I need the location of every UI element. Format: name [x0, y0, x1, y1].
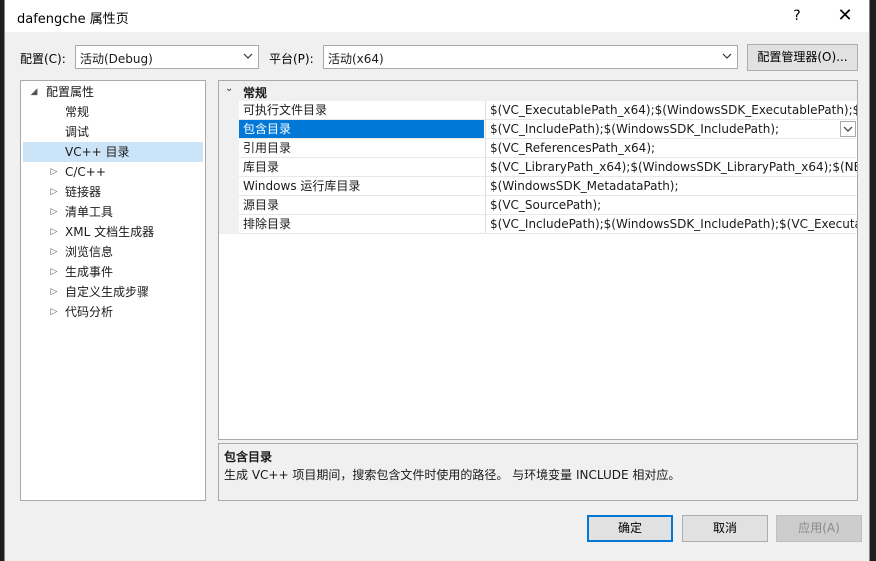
tree-item-manifest-tool[interactable]: ▷ 清单工具	[21, 202, 205, 222]
row-gutter	[219, 101, 239, 120]
tree-item-label: XML 文档生成器	[65, 225, 155, 239]
tree-item-label: 自定义生成步骤	[65, 285, 150, 299]
property-pages-dialog: dafengche 属性页 ? ✕ 配置(C): 活动(Debug) 平台(P)…	[4, 0, 870, 561]
property-value[interactable]: $(VC_LibraryPath_x64);$(WindowsSDK_Libra…	[485, 158, 857, 176]
expanded-triangle-icon[interactable]: ◢	[29, 82, 39, 102]
property-row-source-directories[interactable]: 源目录 $(VC_SourcePath);	[219, 196, 857, 215]
tree-item-c-cpp[interactable]: ▷ C/C++	[21, 162, 205, 182]
property-value[interactable]: $(VC_ReferencesPath_x64);	[485, 139, 857, 157]
category-row-general[interactable]: ⌄ 常规	[219, 81, 857, 101]
property-name[interactable]: 引用目录	[239, 139, 484, 157]
property-name[interactable]: 库目录	[239, 158, 484, 176]
tree-item-configuration-properties[interactable]: ◢ 配置属性	[21, 82, 205, 102]
collapsed-triangle-icon[interactable]: ▷	[49, 262, 59, 282]
tree-item-label: 配置属性	[46, 85, 95, 99]
ok-button[interactable]: 确定	[587, 515, 673, 542]
description-text: 生成 VC++ 项目期间，搜索包含文件时使用的路径。 与环境变量 INCLUDE…	[224, 468, 681, 482]
row-gutter	[219, 215, 239, 234]
collapsed-triangle-icon[interactable]: ▷	[49, 202, 59, 222]
description-title: 包含目录	[224, 450, 273, 464]
row-gutter	[219, 139, 239, 158]
property-tree: ◢ 配置属性 常规 调试 VC++ 目录 ▷ C/C++ ▷ 链接器 ▷ 清单工…	[20, 80, 206, 501]
close-button[interactable]: ✕	[831, 5, 859, 27]
platform-label: 平台(P):	[269, 52, 314, 66]
tree-item-label: 常规	[65, 105, 90, 119]
property-value[interactable]: $(VC_ExecutablePath_x64);$(WindowsSDK_Ex…	[485, 101, 857, 119]
row-gutter	[219, 196, 239, 215]
window-title: dafengche 属性页	[17, 12, 129, 27]
tree-item-code-analysis[interactable]: ▷ 代码分析	[21, 302, 205, 322]
property-value[interactable]: $(VC_SourcePath);	[485, 196, 857, 214]
tree-item-custom-build-step[interactable]: ▷ 自定义生成步骤	[21, 282, 205, 302]
tree-item-label: 代码分析	[65, 305, 114, 319]
configuration-label: 配置(C):	[20, 52, 66, 66]
category-label: 常规	[243, 86, 268, 100]
property-name[interactable]: 排除目录	[239, 215, 484, 233]
row-gutter	[219, 158, 239, 177]
description-panel: 包含目录 生成 VC++ 项目期间，搜索包含文件时使用的路径。 与环境变量 IN…	[218, 443, 858, 501]
apply-button[interactable]: 应用(A)	[776, 515, 862, 542]
tree-item-label: VC++ 目录	[65, 145, 130, 159]
collapsed-triangle-icon[interactable]: ▷	[49, 182, 59, 202]
tree-item-label: 调试	[65, 125, 90, 139]
property-value[interactable]: $(WindowsSDK_MetadataPath);	[485, 177, 857, 195]
property-name[interactable]: 包含目录	[239, 120, 484, 138]
tree-item-xml-doc-generator[interactable]: ▷ XML 文档生成器	[21, 222, 205, 242]
tree-item-label: 浏览信息	[65, 245, 114, 259]
tree-item-browse-info[interactable]: ▷ 浏览信息	[21, 242, 205, 262]
property-value-text: $(VC_IncludePath);$(WindowsSDK_IncludePa…	[490, 122, 780, 136]
collapsed-triangle-icon[interactable]: ▷	[49, 282, 59, 302]
collapsed-triangle-icon[interactable]: ▷	[49, 222, 59, 242]
collapsed-triangle-icon[interactable]: ▷	[49, 162, 59, 182]
property-row-windows-runtime-directories[interactable]: Windows 运行库目录 $(WindowsSDK_MetadataPath)…	[219, 177, 857, 196]
platform-dropdown[interactable]: 活动(x64)	[323, 45, 738, 69]
tree-item-linker[interactable]: ▷ 链接器	[21, 182, 205, 202]
value-dropdown-button[interactable]	[840, 121, 856, 137]
tree-item-label: 生成事件	[65, 265, 114, 279]
property-name[interactable]: Windows 运行库目录	[239, 177, 484, 195]
property-value[interactable]: $(VC_IncludePath);$(WindowsSDK_IncludePa…	[485, 120, 857, 138]
property-grid: ⌄ 常规 可执行文件目录 $(VC_ExecutablePath_x64);$(…	[218, 80, 858, 440]
configuration-manager-button[interactable]: 配置管理器(O)...	[747, 44, 858, 71]
title-bar[interactable]: dafengche 属性页 ? ✕	[5, 0, 869, 32]
chevron-down-icon	[243, 53, 253, 59]
property-row-library-directories[interactable]: 库目录 $(VC_LibraryPath_x64);$(WindowsSDK_L…	[219, 158, 857, 177]
collapsed-triangle-icon[interactable]: ▷	[49, 242, 59, 262]
row-gutter	[219, 177, 239, 196]
chevron-down-icon[interactable]: ⌄	[225, 83, 233, 94]
tree-item-build-events[interactable]: ▷ 生成事件	[21, 262, 205, 282]
tree-item-vc-directories[interactable]: VC++ 目录	[23, 142, 203, 162]
tree-item-label: 链接器	[65, 185, 102, 199]
property-row-executable-directories[interactable]: 可执行文件目录 $(VC_ExecutablePath_x64);$(Windo…	[219, 101, 857, 120]
property-row-exclude-directories[interactable]: 排除目录 $(VC_IncludePath);$(WindowsSDK_Incl…	[219, 215, 857, 234]
row-gutter	[219, 120, 239, 139]
cancel-button[interactable]: 取消	[682, 515, 768, 542]
chevron-down-icon	[722, 53, 732, 59]
tree-item-label: C/C++	[65, 165, 106, 179]
help-button[interactable]: ?	[783, 5, 811, 27]
collapsed-triangle-icon[interactable]: ▷	[49, 302, 59, 322]
tree-item-debugging[interactable]: 调试	[21, 122, 205, 142]
property-name[interactable]: 源目录	[239, 196, 484, 214]
platform-value: 活动(x64)	[328, 52, 384, 66]
configuration-dropdown[interactable]: 活动(Debug)	[75, 45, 259, 69]
tree-item-general[interactable]: 常规	[21, 102, 205, 122]
property-row-reference-directories[interactable]: 引用目录 $(VC_ReferencesPath_x64);	[219, 139, 857, 158]
chevron-down-icon	[843, 126, 853, 132]
property-value[interactable]: $(VC_IncludePath);$(WindowsSDK_IncludePa…	[485, 215, 857, 233]
property-row-include-directories[interactable]: 包含目录 $(VC_IncludePath);$(WindowsSDK_Incl…	[219, 120, 857, 139]
configuration-value: 活动(Debug)	[80, 52, 153, 66]
tree-item-label: 清单工具	[65, 205, 114, 219]
property-name[interactable]: 可执行文件目录	[239, 101, 484, 119]
